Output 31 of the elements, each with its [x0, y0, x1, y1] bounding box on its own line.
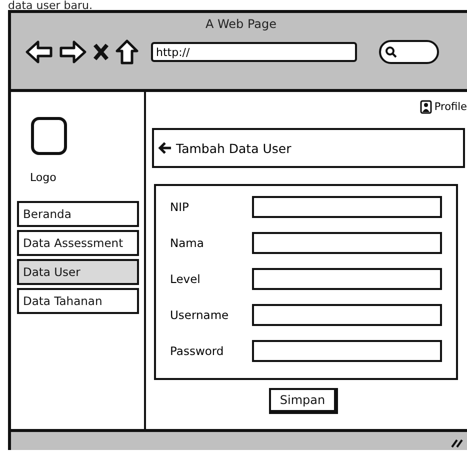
sidebar-item[interactable]: Data Tahanan — [17, 288, 139, 314]
field-label: Username — [170, 308, 230, 322]
address-field[interactable]: http:// — [151, 42, 357, 62]
field-label: Password — [170, 344, 225, 358]
user-icon — [420, 100, 432, 114]
back-icon[interactable] — [25, 40, 53, 64]
logo-placeholder — [31, 117, 67, 155]
close-icon[interactable] — [93, 43, 109, 61]
caption: data user baru. — [7, 0, 94, 10]
sidebar-item[interactable]: Beranda — [17, 201, 139, 227]
search-field[interactable] — [379, 40, 439, 64]
input-field[interactable] — [252, 340, 442, 362]
input-field[interactable] — [252, 268, 442, 290]
home-icon[interactable] — [115, 39, 139, 65]
logo-label: Logo — [30, 171, 56, 184]
input-field[interactable] — [252, 232, 442, 254]
resize-grip-icon[interactable] — [451, 438, 463, 448]
search-icon — [385, 46, 397, 58]
forward-icon[interactable] — [59, 40, 87, 64]
field-label: NIP — [170, 200, 190, 214]
sidebar-item[interactable]: Data User — [17, 259, 139, 285]
window-title: A Web Page — [204, 16, 278, 33]
input-field[interactable] — [252, 304, 442, 326]
save-button[interactable]: Simpan — [268, 388, 338, 414]
back-arrow-icon[interactable] — [158, 141, 172, 155]
field-label: Level — [170, 272, 202, 286]
field-label: Nama — [170, 236, 205, 250]
input-field[interactable] — [252, 196, 442, 218]
sidebar-item[interactable]: Data Assessment — [17, 230, 139, 256]
page-title: Tambah Data User — [176, 140, 292, 156]
profile-link[interactable]: Profile — [434, 101, 467, 113]
